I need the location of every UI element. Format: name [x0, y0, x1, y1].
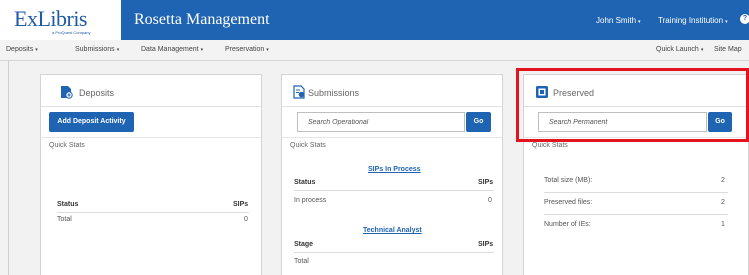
technical-analyst-link[interactable]: Technical Analyst — [363, 227, 422, 234]
submissions-stage-header: Stage — [294, 241, 314, 248]
submissions-stage-row: Total — [294, 258, 309, 265]
deposits-sips-header: SIPs — [233, 201, 249, 208]
stat-preserved-files-label: Preserved files: — [544, 199, 593, 206]
submissions-sips-header: SIPs — [478, 179, 494, 186]
search-operational-input[interactable] — [297, 112, 465, 132]
stat-number-of-ies-label: Number of IEs: — [544, 221, 591, 228]
deposits-status-header: Status — [57, 201, 79, 208]
highlight-box — [516, 68, 749, 142]
submission-icon — [293, 85, 305, 99]
stat-total-size-value: 2 — [721, 177, 725, 184]
quick-launch-label: Quick Launch — [656, 46, 699, 53]
menu-preservation[interactable]: Preservation ▾ — [225, 46, 269, 53]
user-menu[interactable]: John Smith ▾ — [596, 16, 641, 25]
submissions-go-button[interactable]: Go — [466, 112, 491, 132]
divider — [282, 137, 502, 138]
chevron-down-icon: ▾ — [700, 47, 704, 53]
submissions-status-header: Status — [294, 179, 316, 186]
divider — [294, 252, 494, 253]
top-header: ExLibris a ProQuest Company Rosetta Mana… — [0, 0, 749, 40]
chevron-down-icon: ▾ — [35, 47, 38, 53]
chevron-down-icon: ▾ — [116, 47, 120, 53]
menu-deposits-label: Deposits — [6, 46, 34, 53]
user-name: John Smith — [596, 16, 637, 25]
sips-in-process-link[interactable]: SIPs In Process — [368, 166, 421, 173]
divider — [41, 137, 261, 138]
add-deposit-activity-button[interactable]: Add Deposit Activity — [49, 112, 134, 132]
submissions-row-status: In process — [294, 197, 327, 204]
site-map-link[interactable]: Site Map — [714, 46, 742, 53]
menu-data-management[interactable]: Data Management ▾ — [141, 46, 203, 53]
divider — [544, 214, 728, 215]
app-title: Rosetta Management — [134, 11, 270, 28]
submissions-quick-stats-label: Quick Stats — [290, 142, 326, 149]
deposits-row-status: Total — [57, 216, 72, 223]
exlibris-logo[interactable]: ExLibris a ProQuest Company — [0, 0, 121, 40]
logo-text: ExLibris — [14, 6, 88, 31]
menu-submissions[interactable]: Submissions ▾ — [75, 46, 119, 53]
preserved-quick-stats-label: Quick Stats — [532, 142, 568, 149]
deposits-panel: Deposits Add Deposit Activity Quick Stat… — [40, 74, 262, 275]
deposits-quick-stats-label: Quick Stats — [49, 142, 85, 149]
quick-launch-menu[interactable]: Quick Launch ▾ — [656, 46, 703, 53]
deposits-row-sips: 0 — [244, 216, 248, 223]
left-divider — [8, 61, 9, 275]
deposit-icon — [61, 86, 73, 99]
institution-menu[interactable]: Training Institution ▾ — [658, 16, 728, 25]
chevron-down-icon: ▾ — [638, 19, 641, 25]
chevron-down-icon: ▾ — [725, 19, 728, 25]
chevron-down-icon: ▾ — [200, 47, 204, 53]
stat-number-of-ies-value: 1 — [721, 221, 725, 228]
stat-preserved-files-value: 2 — [721, 199, 725, 206]
deposits-panel-header: Deposits — [41, 75, 261, 107]
institution-name: Training Institution — [658, 16, 724, 25]
logo-subtext: a ProQuest Company — [52, 30, 91, 35]
submissions-row-sips: 0 — [488, 197, 492, 204]
menu-preservation-label: Preservation — [225, 46, 265, 53]
menu-submissions-label: Submissions — [75, 46, 115, 53]
help-icon[interactable]: ? — [740, 14, 749, 24]
chevron-down-icon: ▾ — [266, 47, 269, 53]
submissions-panel-header: Submissions — [282, 75, 502, 107]
submissions-title: Submissions — [308, 88, 360, 98]
submissions-stage-sips-header: SIPs — [478, 241, 494, 248]
stat-total-size-label: Total size (MB): — [544, 177, 593, 184]
divider — [57, 212, 249, 213]
main-menu-bar: Deposits ▾ Submissions ▾ Data Management ▾ … — [0, 40, 749, 61]
menu-data-management-label: Data Management — [141, 46, 199, 53]
divider — [294, 190, 494, 191]
divider — [544, 192, 728, 193]
submissions-panel: Submissions Go Quick Stats SIPs In Proce… — [281, 74, 503, 275]
deposits-title: Deposits — [79, 88, 115, 98]
menu-deposits[interactable]: Deposits ▾ — [6, 46, 38, 53]
